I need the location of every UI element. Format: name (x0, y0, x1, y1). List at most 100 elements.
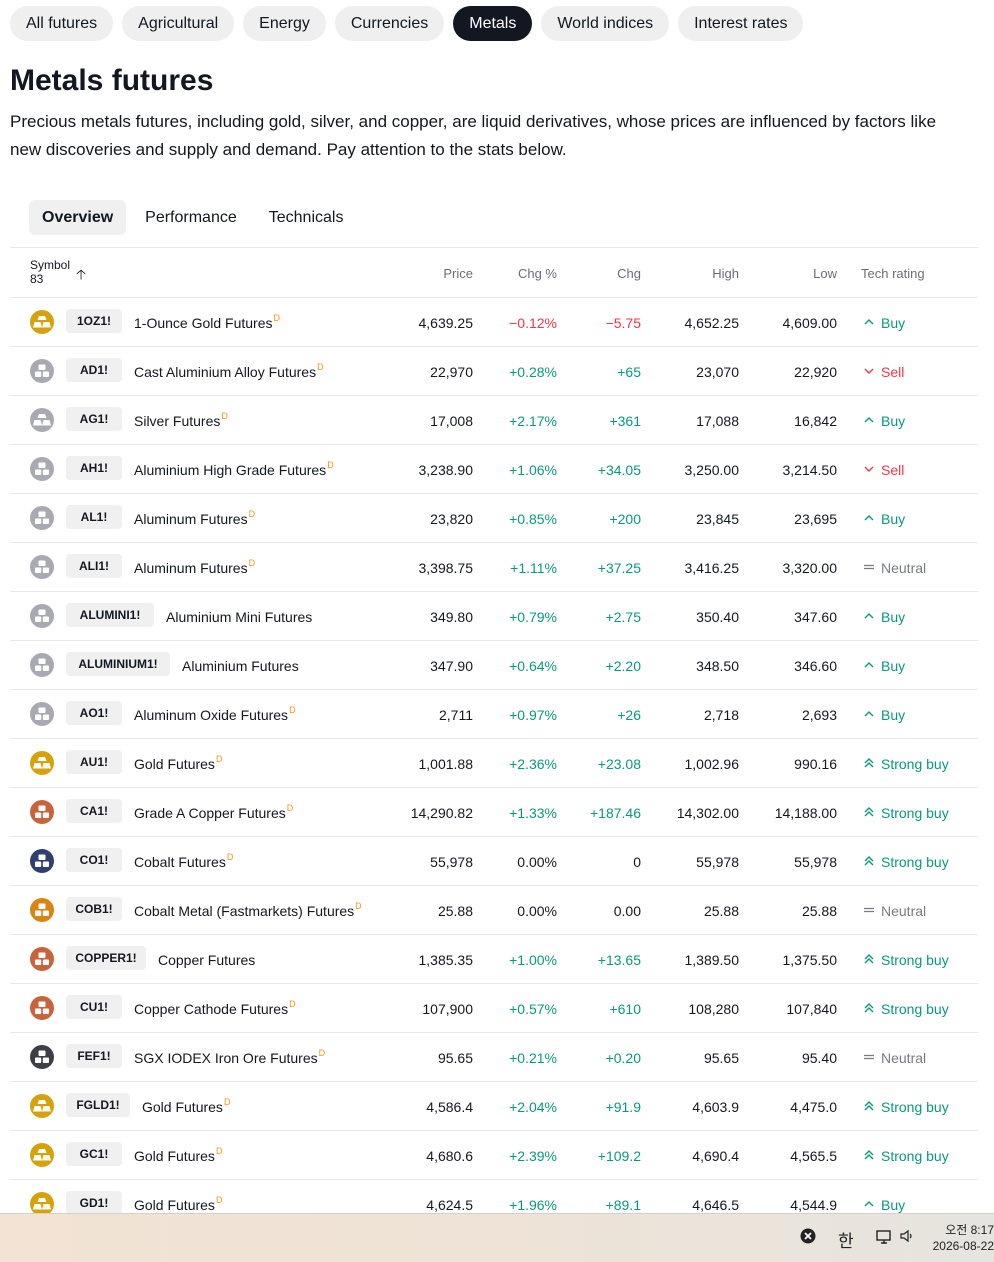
clock-time: 오전 8:17 (945, 1223, 994, 1237)
category-agricultural[interactable]: Agricultural (122, 6, 235, 41)
table-row[interactable]: CA1! Grade A Copper FuturesD 14,290.82 +1.3… (10, 788, 978, 837)
low-header[interactable]: Low (813, 266, 837, 281)
ticker-badge[interactable]: GD1! (66, 1191, 122, 1215)
table-row[interactable]: AL1! Aluminum FuturesD 23,820 +0.85% +200 23,… (10, 494, 978, 543)
high-cell: 4,603.9 (692, 1099, 739, 1115)
clock[interactable]: 오전 8:17 2026-08-22 (933, 1222, 994, 1254)
table-row[interactable]: 1OZ1! 1-Ounce Gold FuturesD 4,639.25 −0.12%… (10, 298, 978, 347)
volume-icon[interactable] (899, 1228, 915, 1249)
tech-rating-header[interactable]: Tech rating (861, 266, 925, 281)
instrument-name[interactable]: Aluminium Mini Futures (166, 609, 312, 625)
ticker-badge[interactable]: AH1! (66, 456, 122, 480)
delayed-data-badge: D (317, 362, 324, 372)
table-row[interactable]: CO1! Cobalt FuturesD 55,978 0.00% 0 55,978 55,… (10, 837, 978, 886)
ticker-badge[interactable]: COPPER1! (66, 946, 146, 970)
instrument-name-text: Gold Futures (142, 1099, 223, 1115)
instrument-name[interactable]: Gold FuturesD (134, 1195, 222, 1213)
ticker-badge[interactable]: ALUMINIUM1! (66, 652, 170, 676)
tech-rating-cell: Strong buy (863, 1001, 949, 1017)
tech-rating-label: Buy (881, 1197, 906, 1213)
instrument-name[interactable]: Aluminum FuturesD (134, 558, 255, 576)
table-row[interactable]: CU1! Copper Cathode FuturesD 107,900 +0.57%… (10, 984, 978, 1033)
instrument-name[interactable]: Copper Cathode FuturesD (134, 999, 296, 1017)
table-row[interactable]: FEF1! SGX IODEX Iron Ore FuturesD 95.65 +0.… (10, 1033, 978, 1082)
instrument-name[interactable]: SGX IODEX Iron Ore FuturesD (134, 1048, 325, 1066)
ticker-badge[interactable]: COB1! (66, 897, 122, 921)
ticker-badge[interactable]: AL1! (66, 505, 122, 529)
tab-performance[interactable]: Performance (132, 200, 250, 235)
instrument-name[interactable]: Aluminum Oxide FuturesD (134, 705, 296, 723)
table-row[interactable]: AH1! Aluminium High Grade FuturesD 3,238.9… (10, 445, 978, 494)
ticker-badge[interactable]: 1OZ1! (66, 309, 122, 333)
table-row[interactable]: ALI1! Aluminum FuturesD 3,398.75 +1.11% +37.… (10, 543, 978, 592)
category-all-futures[interactable]: All futures (10, 6, 114, 41)
instrument-name[interactable]: Grade A Copper FuturesD (134, 803, 293, 821)
symbol-header-label: Symbol (30, 258, 71, 272)
table-row[interactable]: FGLD1! Gold FuturesD 4,586.4 +2.04% +91.9 4,6… (10, 1082, 978, 1131)
instrument-name[interactable]: Copper Futures (158, 952, 255, 968)
category-energy[interactable]: Energy (243, 6, 326, 41)
instrument-name[interactable]: Aluminum FuturesD (134, 509, 255, 527)
tech-rating-label: Sell (881, 462, 905, 478)
ticker-badge[interactable]: CU1! (66, 995, 122, 1019)
ticker-badge[interactable]: GC1! (66, 1142, 122, 1166)
ticker-badge[interactable]: CO1! (66, 848, 122, 872)
ticker-badge[interactable]: AG1! (66, 407, 122, 431)
table-row[interactable]: COPPER1! Copper Futures 1,385.35 +1.00% +13.… (10, 935, 978, 984)
instrument-name[interactable]: Cobalt Metal (Fastmarkets) FuturesD (134, 901, 362, 919)
instrument-name[interactable]: Silver FuturesD (134, 411, 228, 429)
instrument-name-text: Copper Futures (158, 952, 256, 968)
ticker-badge[interactable]: AU1! (66, 750, 122, 774)
ticker-badge[interactable]: ALI1! (66, 554, 122, 578)
ticker-badge[interactable]: ALUMINI1! (66, 603, 154, 627)
table-row[interactable]: GC1! Gold FuturesD 4,680.6 +2.39% +109.2 4,69… (10, 1131, 978, 1180)
symbol-header[interactable]: Symbol 83 (30, 258, 70, 286)
sort-up-arrow-icon[interactable]: 🡡 (76, 264, 86, 288)
tech-rating-label: Buy (881, 315, 906, 331)
high-header[interactable]: High (712, 266, 739, 281)
instrument-name[interactable]: 1-Ounce Gold FuturesD (134, 313, 280, 331)
price-header[interactable]: Price (443, 266, 473, 281)
network-icon[interactable] (875, 1228, 893, 1251)
chg-cell: +34.05 (597, 462, 641, 478)
instrument-name[interactable]: Gold FuturesD (134, 1146, 222, 1164)
category-interest-rates[interactable]: Interest rates (678, 6, 804, 41)
tab-overview[interactable]: Overview (29, 200, 127, 235)
chg-cell: +200 (609, 511, 641, 527)
table-row[interactable]: AU1! Gold FuturesD 1,001.88 +2.36% +23.08 1,0… (10, 739, 978, 788)
ime-indicator[interactable]: 한 (838, 1227, 854, 1252)
ticker-badge[interactable]: CA1! (66, 799, 122, 823)
instrument-name[interactable]: Gold FuturesD (134, 754, 222, 772)
view-tabs: Overview Performance Technicals (29, 200, 356, 235)
price-cell: 55,978 (430, 854, 473, 870)
table-row[interactable]: ALUMINI1! Aluminium Mini Futures 349.80 +0.… (10, 592, 978, 641)
chg-pct-cell: +2.04% (509, 1099, 557, 1115)
category-world-indices[interactable]: World indices (541, 6, 670, 41)
tab-technicals[interactable]: Technicals (256, 200, 357, 235)
ticker-badge[interactable]: FEF1! (66, 1044, 122, 1068)
high-cell: 4,646.5 (692, 1197, 739, 1213)
ticker-badge[interactable]: AO1! (66, 701, 122, 725)
ticker-badge[interactable]: AD1! (66, 358, 122, 382)
price-cell: 3,238.90 (418, 462, 474, 478)
high-cell: 55,978 (696, 854, 739, 870)
high-cell: 23,845 (696, 511, 739, 527)
chg-cell: +23.08 (597, 756, 641, 772)
page-title: Metals futures (10, 64, 214, 97)
chg-header[interactable]: Chg (617, 266, 641, 281)
chg-pct-header[interactable]: Chg % (518, 266, 557, 281)
instrument-name[interactable]: Aluminium Futures (182, 658, 299, 674)
category-metals[interactable]: Metals (453, 6, 533, 41)
instrument-name[interactable]: Gold FuturesD (142, 1097, 230, 1115)
table-row[interactable]: AG1! Silver FuturesD 17,008 +2.17% +361 17,08… (10, 396, 978, 445)
close-circle-icon[interactable] (800, 1228, 816, 1249)
instrument-name[interactable]: Cobalt FuturesD (134, 852, 233, 870)
instrument-name[interactable]: Aluminium High Grade FuturesD (134, 460, 334, 478)
table-row[interactable]: AO1! Aluminum Oxide FuturesD 2,711 +0.97% +2… (10, 690, 978, 739)
category-currencies[interactable]: Currencies (334, 6, 445, 41)
table-row[interactable]: COB1! Cobalt Metal (Fastmarkets) FuturesD… (10, 886, 978, 935)
ticker-badge[interactable]: FGLD1! (66, 1093, 130, 1117)
instrument-name[interactable]: Cast Aluminium Alloy FuturesD (134, 362, 324, 380)
table-row[interactable]: AD1! Cast Aluminium Alloy FuturesD 22,970 +… (10, 347, 978, 396)
table-row[interactable]: ALUMINIUM1! Aluminium Futures 347.90 +0.64%… (10, 641, 978, 690)
